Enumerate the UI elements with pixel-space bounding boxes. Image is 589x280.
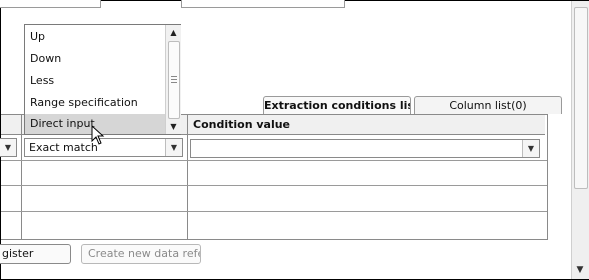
chevron-down-icon[interactable]: ▼	[0, 139, 16, 156]
dropdown-item-up[interactable]: Up	[25, 26, 165, 48]
top-mid-panel-edge	[181, 0, 345, 8]
scroll-down-icon[interactable]: ▼	[575, 265, 585, 275]
create-new-data-reference-button[interactable]: Create new data refere	[81, 244, 201, 264]
top-left-panel-edge	[0, 0, 101, 8]
scroll-down-icon[interactable]: ▼	[167, 120, 180, 133]
column-header-key	[1, 115, 21, 135]
column-divider	[187, 115, 188, 239]
condition-value-combo[interactable]: ▼	[190, 139, 540, 158]
window-scroll-thumb[interactable]	[574, 7, 588, 189]
tab-column-list[interactable]: Column list(0)	[414, 96, 562, 114]
scroll-up-icon[interactable]: ▲	[167, 26, 180, 39]
application-window: Extraction conditions lis Column list(0)…	[0, 0, 589, 280]
key-combo[interactable]: ▼	[0, 138, 17, 157]
dropdown-item-less[interactable]: Less	[25, 70, 165, 92]
operator-combo-value: Exact match	[29, 141, 98, 154]
row-divider	[1, 185, 547, 186]
dropdown-item-down[interactable]: Down	[25, 48, 165, 70]
operator-dropdown-list[interactable]: Up Down Less Range specification Direct …	[24, 24, 181, 135]
mouse-pointer-icon	[91, 125, 105, 145]
register-button[interactable]: gister	[0, 244, 71, 264]
chevron-down-icon[interactable]: ▼	[522, 140, 539, 157]
chevron-down-icon[interactable]: ▼	[165, 139, 182, 156]
dropdown-scrollbar[interactable]: ▲ ▼	[165, 25, 181, 134]
window-scrollbar[interactable]: ▼	[571, 1, 589, 279]
dropdown-scroll-thumb[interactable]	[168, 41, 180, 119]
row-divider	[1, 211, 547, 212]
tab-extraction-conditions[interactable]: Extraction conditions lis	[263, 96, 411, 114]
column-divider	[21, 115, 22, 239]
row-divider	[1, 160, 547, 161]
dropdown-item-range-specification[interactable]: Range specification	[25, 92, 165, 114]
column-header-condition-value: Condition value	[188, 115, 545, 135]
